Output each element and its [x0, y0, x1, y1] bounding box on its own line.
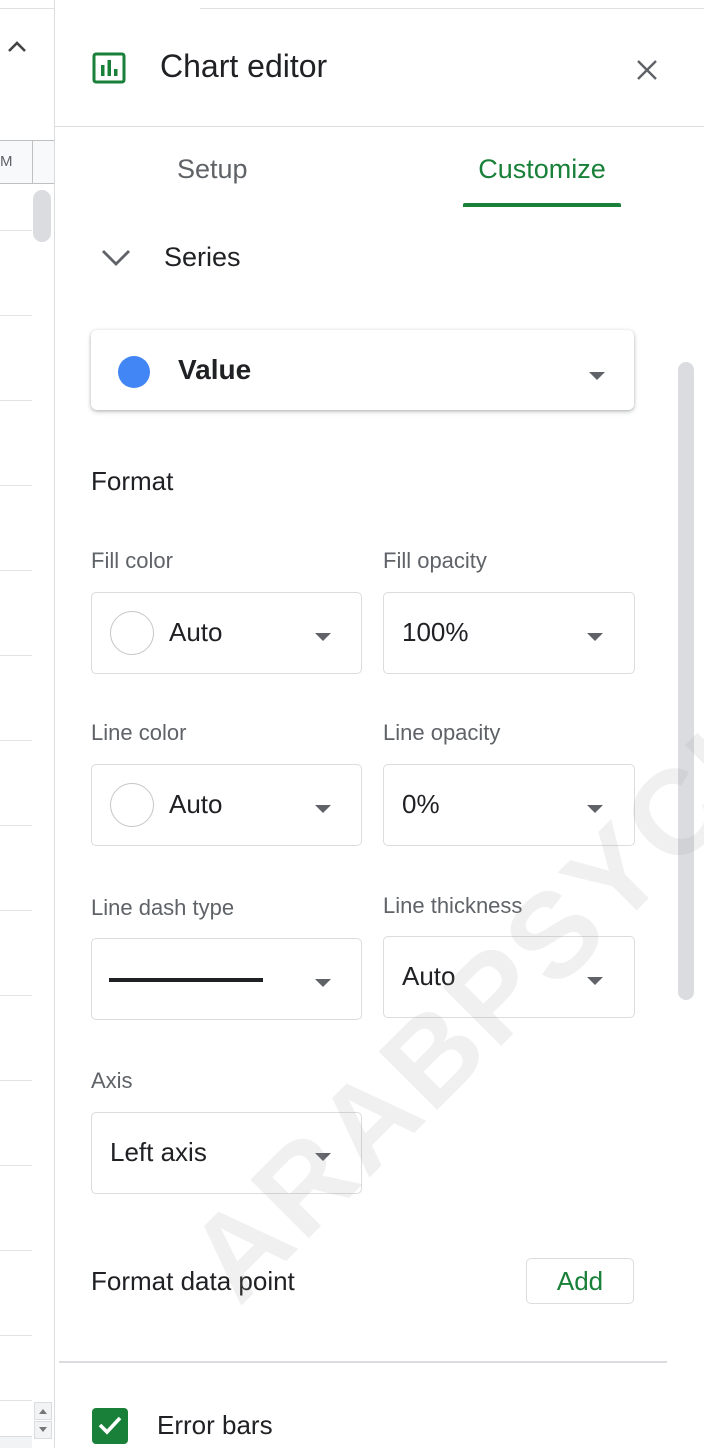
top-border — [0, 8, 54, 9]
chart-icon — [92, 52, 126, 84]
caret-down-icon — [314, 801, 332, 819]
format-data-point-heading: Format data point — [91, 1266, 295, 1296]
row-divider — [0, 1250, 32, 1251]
line-opacity-label: Line opacity — [383, 720, 501, 745]
row-divider — [0, 485, 32, 486]
color-swatch — [110, 783, 154, 827]
row-divider — [0, 400, 32, 401]
axis-value: Left axis — [110, 1137, 207, 1167]
row-divider — [0, 1165, 32, 1166]
fill-color-value: Auto — [169, 617, 223, 647]
line-thickness-value: Auto — [402, 961, 456, 991]
line-color-value: Auto — [169, 789, 223, 819]
column-header[interactable]: M — [0, 140, 54, 184]
row-divider — [0, 230, 32, 231]
editor-title: Chart editor — [160, 48, 328, 84]
active-tab-indicator — [463, 203, 621, 207]
row-divider — [0, 910, 32, 911]
line-color-dropdown[interactable]: Auto — [91, 764, 362, 846]
series-color-dot — [118, 356, 150, 388]
add-data-point-button[interactable]: Add — [526, 1258, 634, 1304]
row-divider — [0, 315, 32, 316]
section-divider — [59, 1361, 667, 1363]
row-divider — [0, 1080, 32, 1081]
series-select[interactable]: Value — [91, 330, 634, 410]
color-swatch — [110, 611, 154, 655]
fill-color-dropdown[interactable]: Auto — [91, 592, 362, 674]
fill-color-label: Fill color — [91, 548, 173, 573]
column-letter: M — [0, 153, 13, 170]
line-color-label: Line color — [91, 720, 187, 745]
scroll-down-button[interactable] — [34, 1421, 52, 1439]
row-divider — [0, 825, 32, 826]
checkmark-icon — [98, 1416, 122, 1435]
sheet-scrollbar-thumb[interactable] — [33, 190, 51, 242]
line-opacity-value: 0% — [402, 789, 440, 819]
error-bars-checkbox[interactable] — [92, 1408, 128, 1444]
caret-down-icon — [314, 629, 332, 647]
chart-editor-panel: Chart editor Setup Customize Series Valu… — [55, 0, 704, 1448]
close-icon[interactable] — [630, 53, 664, 87]
caret-down-icon — [586, 629, 604, 647]
scroll-up-button[interactable] — [34, 1402, 52, 1420]
series-section-title: Series — [164, 242, 241, 272]
chevron-up-icon[interactable] — [6, 38, 28, 54]
editor-header: Chart editor — [55, 0, 704, 127]
error-bars-label[interactable]: Error bars — [157, 1410, 273, 1441]
fill-opacity-value: 100% — [402, 617, 469, 647]
caret-down-icon — [586, 973, 604, 991]
series-section-toggle[interactable]: Series — [95, 234, 395, 282]
solid-line-preview — [109, 978, 263, 982]
spreadsheet-strip: M — [0, 0, 55, 1448]
column-divider — [32, 141, 33, 183]
row-divider — [0, 655, 32, 656]
fill-opacity-dropdown[interactable]: 100% — [383, 592, 635, 674]
chevron-down-icon — [100, 248, 132, 273]
line-dash-dropdown[interactable] — [91, 938, 362, 1020]
caret-down-icon — [586, 801, 604, 819]
axis-label: Axis — [91, 1068, 133, 1093]
row-divider — [0, 740, 32, 741]
series-select-value: Value — [178, 354, 252, 385]
line-thickness-label: Line thickness — [383, 893, 523, 918]
tab-customize[interactable]: Customize — [463, 154, 621, 208]
row-divider — [0, 995, 32, 996]
panel-scrollbar-thumb[interactable] — [678, 362, 694, 1000]
row-divider — [0, 570, 32, 571]
row-divider — [0, 1400, 32, 1401]
line-dash-label: Line dash type — [91, 895, 235, 920]
line-opacity-dropdown[interactable]: 0% — [383, 764, 635, 846]
row-divider — [0, 1335, 32, 1336]
caret-down-icon — [588, 368, 606, 386]
caret-down-icon — [314, 975, 332, 993]
format-heading: Format — [91, 466, 174, 496]
axis-dropdown[interactable]: Left axis — [91, 1112, 362, 1194]
tab-setup[interactable]: Setup — [177, 154, 248, 208]
horizontal-scrollbar[interactable] — [0, 1436, 32, 1448]
fill-opacity-label: Fill opacity — [383, 548, 487, 573]
line-thickness-dropdown[interactable]: Auto — [383, 936, 635, 1018]
caret-down-icon — [314, 1149, 332, 1167]
